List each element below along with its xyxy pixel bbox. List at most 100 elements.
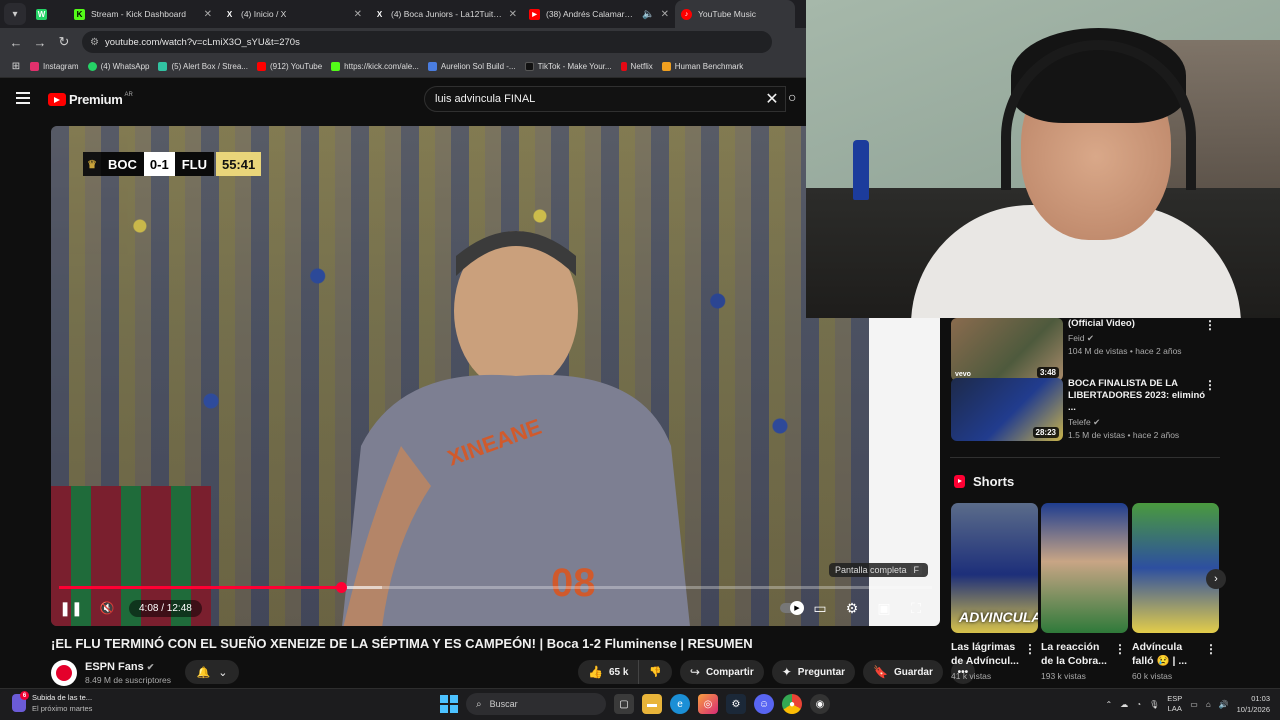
tab-x-inicio[interactable]: X (4) Inicio / X ✕ [218,0,368,28]
tab-youtube-calamaro[interactable]: ▶ (38) Andrés Calamaro - Cl 🔈 ✕ [523,0,675,28]
short-thumbnail[interactable] [1132,503,1219,633]
wifi-icon[interactable]: ◔ [1136,700,1141,709]
reload-icon[interactable]: ↻ [52,34,76,50]
more-vert-icon[interactable]: ⋮ [1204,378,1216,392]
forward-icon[interactable]: → [28,35,52,50]
video-title[interactable]: (Official Video) [1068,318,1208,330]
recommendation-item[interactable]: vevo 3:48 (Official Video) Feid ✔ 104 M … [950,318,1220,381]
clear-icon[interactable]: ✕ [759,89,785,109]
youtube-premium-logo[interactable]: Premium AR [48,92,133,107]
bookmark-kick[interactable]: https://kick.com/ale... [331,62,419,71]
notifications-button[interactable]: 🔔 ⌄ [185,660,239,684]
bookmark-alert-box[interactable]: (5) Alert Box / Strea... [158,62,248,71]
short-thumbnail[interactable]: ADVINCULA [951,503,1038,633]
search-icon[interactable]: ○ [788,89,806,109]
more-vert-icon[interactable]: ⋮ [1204,318,1216,332]
chevron-up-icon[interactable]: ⌃ [1106,700,1113,709]
microphone-icon[interactable]: 🎙 [1149,700,1159,709]
share-button[interactable]: ↪ Compartir [679,660,764,684]
volume-icon[interactable]: 🔊 [1219,700,1229,709]
ask-button[interactable]: ✦ Preguntar [771,660,856,684]
bookmark-aurelion[interactable]: Aurelion Sol Build -... [427,62,516,71]
short-thumbnail[interactable] [1041,503,1128,633]
miniplayer-icon[interactable]: ▣ [870,600,898,617]
video-stats: 1.5 M de vistas • hace 2 años [1068,430,1180,440]
autoplay-toggle[interactable]: ▶ [780,601,804,615]
close-icon[interactable]: ✕ [661,9,669,20]
subtitles-icon[interactable]: ▭ [806,600,834,617]
instagram-icon[interactable]: ◎ [698,694,718,714]
youtube-icon [256,62,266,71]
steam-icon[interactable]: ⚙ [726,694,746,714]
like-button[interactable]: 👍 65 k [578,660,640,684]
video-title[interactable]: BOCA FINALISTA DE LA LIBERTADORES 2023: … [1068,378,1208,414]
close-icon[interactable]: ✕ [204,9,212,20]
tab-x-boca[interactable]: X (4) Boca Juniors - La12Tuitter ✕ [368,0,523,28]
bookmark-label: Human Benchmark [674,62,744,71]
bookmark-whatsapp[interactable]: (4) WhatsApp [87,62,149,71]
discord-icon[interactable]: ☺ [754,694,774,714]
bookmark-tiktok[interactable]: TikTok - Make Your... [524,62,612,71]
more-vert-icon[interactable]: ⋮ [1205,642,1217,656]
search-input[interactable]: luis advincula FINAL ✕ [424,86,786,112]
fullscreen-icon[interactable]: ⛶ [902,600,930,617]
more-vert-icon[interactable]: ⋮ [1114,642,1126,656]
video-thumbnail[interactable]: vevo 3:48 [951,318,1063,381]
short-title[interactable]: Las lágrimas de Advíncul... [951,640,1023,668]
youtube-play-icon [48,93,66,106]
bottle [853,140,869,200]
progress-bar[interactable] [59,582,932,593]
chrome-icon[interactable]: ● [782,694,802,714]
bookmark-youtube[interactable]: (912) YouTube [256,62,322,71]
system-clock[interactable]: 01:03 10/1/2026 [1237,693,1270,715]
player-controls-right: ▶ ▭ ⚙ ▣ ⛶ [780,596,930,620]
more-vert-icon[interactable]: ⋮ [1024,642,1036,656]
tab-kick-dashboard[interactable]: K Stream - Kick Dashboard ✕ [68,0,218,28]
settings-icon[interactable]: ⚙ [838,600,866,617]
channel-avatar[interactable] [51,660,77,686]
speaker-icon[interactable]: 🔈 [642,9,654,20]
tab-youtube-music[interactable]: ♪ YouTube Music [675,0,795,28]
edge-icon[interactable]: e [670,694,690,714]
menu-icon[interactable] [16,92,30,104]
screen-icon[interactable]: ▭ [1190,700,1198,709]
short-title[interactable]: La reacción de la Cobra... [1041,640,1113,668]
taskbar-apps: ⌕ Buscar ▢ ▬ e ◎ ⚙ ☺ ● ◉ [440,693,830,715]
site-info-icon[interactable]: ⚙ [90,37,99,48]
language-indicator[interactable]: ESP LAA [1167,694,1182,714]
file-explorer-icon[interactable]: ▬ [642,694,662,714]
scrubber-handle[interactable] [335,582,347,593]
taskbar-search[interactable]: ⌕ Buscar [466,693,606,715]
obs-icon[interactable]: ◉ [810,694,830,714]
bookmark-netflix[interactable]: Netflix [620,62,653,71]
recommendations-sidebar: vevo 3:48 (Official Video) Feid ✔ 104 M … [950,318,1226,688]
bookmark-instagram[interactable]: Instagram [30,62,79,71]
bookmark-label: Aurelion Sol Build -... [440,62,516,71]
weather-widget[interactable]: 6 Subida de las te... El próximo martes [12,691,92,713]
pause-icon[interactable]: ❚❚ [57,600,85,617]
save-button[interactable]: 🔖 Guardar [863,660,943,684]
recommendation-item[interactable]: 28:23 BOCA FINALISTA DE LA LIBERTADORES … [950,378,1220,441]
tab-whatsapp[interactable]: W [30,0,68,28]
channel-name[interactable]: ESPN Fans [85,661,144,673]
region-code: AR [124,91,133,98]
windows-start-icon[interactable] [440,695,458,713]
dislike-button[interactable]: 👎 [639,660,671,684]
bookmark-human-benchmark[interactable]: Human Benchmark [661,62,744,71]
chevron-right-icon[interactable]: › [1206,569,1226,589]
cloud-icon[interactable]: ☁ [1120,700,1128,709]
muted-volume-icon[interactable]: 🔇 [93,601,121,615]
close-icon[interactable]: ✕ [509,9,517,20]
tiktok-icon [524,62,534,71]
tab-search-icon[interactable]: ▾ [4,3,26,25]
task-view-icon[interactable]: ▢ [614,694,634,714]
back-icon[interactable]: ← [4,35,28,50]
duration: 28:23 [1032,427,1059,438]
apps-grid-icon[interactable]: ⊞ [6,61,26,72]
address-input[interactable]: ⚙ youtube.com/watch?v=cLmiX3O_sYU&t=270s [82,31,772,53]
video-thumbnail[interactable]: 28:23 [951,378,1063,441]
lang-line2: LAA [1167,704,1182,713]
close-icon[interactable]: ✕ [354,9,362,20]
short-title[interactable]: Advíncula falló 😢 | ... [1132,640,1204,668]
network-icon[interactable]: ⌂ [1206,700,1211,709]
